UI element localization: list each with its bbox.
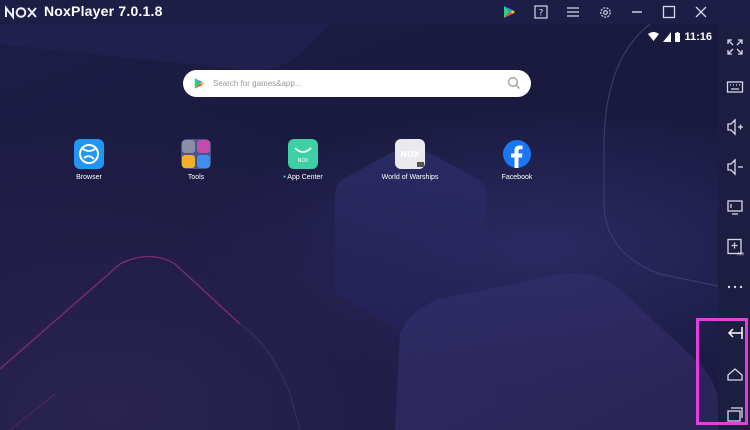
- search-icon[interactable]: [507, 76, 521, 90]
- fullscreen-icon[interactable]: [725, 37, 745, 57]
- status-bar: 11:16: [648, 30, 712, 44]
- close-icon[interactable]: [692, 3, 710, 21]
- svg-text:APK: APK: [737, 252, 744, 257]
- app-center-icon: NOX: [288, 139, 318, 169]
- window-title: NoxPlayer 7.0.1.8: [44, 3, 163, 19]
- app-label: • App Center: [263, 174, 343, 181]
- app-tools[interactable]: Tools: [156, 139, 236, 181]
- android-screen[interactable]: 11:16 Browser Tools: [0, 24, 718, 430]
- app-world-of-warships[interactable]: NOX World of Warships: [370, 139, 450, 181]
- battery-icon: [675, 32, 681, 42]
- maximize-icon[interactable]: [660, 3, 678, 21]
- help-icon[interactable]: ?: [532, 3, 550, 21]
- minimize-icon[interactable]: [628, 3, 646, 21]
- volume-down-icon[interactable]: [725, 157, 745, 177]
- keyboard-icon[interactable]: [725, 77, 745, 97]
- volume-up-icon[interactable]: [725, 117, 745, 137]
- facebook-icon: [502, 139, 532, 169]
- apk-install-icon[interactable]: APK: [725, 237, 745, 257]
- clock: 11:16: [684, 31, 712, 43]
- world-of-warships-icon: NOX: [395, 139, 425, 169]
- svg-text:?: ?: [539, 9, 544, 19]
- more-icon[interactable]: [725, 277, 745, 297]
- search-input[interactable]: [213, 75, 493, 92]
- app-label: Facebook: [501, 174, 533, 181]
- browser-icon: [74, 139, 104, 169]
- svg-text:NOX: NOX: [298, 158, 309, 164]
- signal-icon: [663, 32, 672, 42]
- app-facebook[interactable]: Facebook: [477, 139, 557, 181]
- title-bar: NoxPlayer 7.0.1.8 ?: [0, 0, 750, 24]
- menu-icon[interactable]: [564, 3, 582, 21]
- app-browser[interactable]: Browser: [49, 139, 129, 181]
- play-store-icon[interactable]: [500, 3, 518, 21]
- screen-icon[interactable]: [725, 197, 745, 217]
- app-label-text: App Center: [287, 174, 323, 181]
- app-label: Tools: [187, 174, 205, 181]
- play-store-icon: [194, 78, 205, 89]
- settings-icon[interactable]: [596, 3, 614, 21]
- navigation-highlight-box: [696, 318, 748, 425]
- app-label: World of Warships: [381, 174, 439, 181]
- app-label: Browser: [76, 174, 102, 181]
- svg-text:NOX: NOX: [400, 150, 420, 159]
- app-app-center[interactable]: NOX • App Center: [263, 139, 343, 181]
- search-bar[interactable]: [183, 70, 531, 97]
- wifi-icon: [648, 32, 660, 41]
- new-badge-dot: •: [283, 174, 286, 181]
- nox-logo: [5, 5, 37, 20]
- tools-folder-icon: [181, 139, 211, 169]
